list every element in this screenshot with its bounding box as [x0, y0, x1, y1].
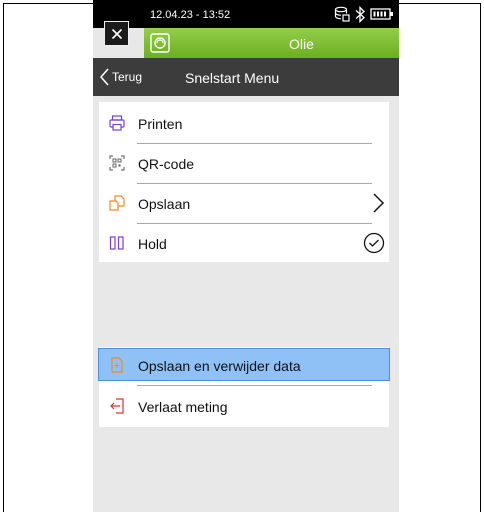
quick-menu-card: Printen QR-code Opslaan Hold: [99, 102, 389, 262]
menu-item-label: Printen: [138, 116, 183, 132]
back-button[interactable]: Terug: [99, 67, 142, 87]
device-screen: 12.04.23 - 13:52 Olie Terug Snelstart Me…: [93, 0, 399, 512]
menu-item-label: Opslaan: [138, 196, 191, 212]
actions-card: Opslaan en verwijder data Verlaat meting: [98, 347, 390, 427]
close-button[interactable]: [104, 21, 129, 46]
action-label: Opslaan en verwijder data: [138, 358, 301, 374]
exit-icon: [110, 398, 124, 414]
menu-item-label: QR-code: [138, 156, 195, 172]
save-delete-icon: [111, 357, 123, 373]
save-icon: [109, 195, 125, 211]
action-save-and-delete[interactable]: Opslaan en verwijder data: [98, 348, 390, 381]
database-icon: [334, 6, 350, 22]
status-time: 12.04.23 - 13:52: [150, 9, 231, 21]
action-label: Verlaat meting: [138, 399, 228, 415]
hold-icon: [109, 236, 124, 250]
qr-code-icon: [109, 155, 125, 171]
status-bar: 12.04.23 - 13:52: [93, 0, 399, 28]
menu-item-opslaan[interactable]: Opslaan: [99, 183, 389, 223]
battery-icon: [370, 8, 393, 20]
chevron-left-icon: [100, 68, 109, 86]
program-bar: Olie: [144, 28, 399, 58]
chevron-right-icon: [373, 193, 385, 213]
back-label: Terug: [112, 70, 143, 84]
bluetooth-icon: [355, 5, 365, 23]
close-icon: [111, 28, 122, 39]
printer-icon: [109, 115, 125, 131]
menu-item-printen[interactable]: Printen: [99, 103, 389, 143]
header-bar: Terug Snelstart Menu: [93, 58, 399, 96]
program-title: Olie: [289, 36, 314, 52]
menu-item-qr-code[interactable]: QR-code: [99, 143, 389, 183]
page-title: Snelstart Menu: [185, 70, 280, 86]
action-exit-measurement[interactable]: Verlaat meting: [99, 386, 389, 426]
status-icons: [334, 4, 394, 24]
check-circle-icon: [363, 232, 385, 254]
menu-item-label: Hold: [138, 236, 167, 252]
menu-item-hold[interactable]: Hold: [99, 223, 389, 263]
